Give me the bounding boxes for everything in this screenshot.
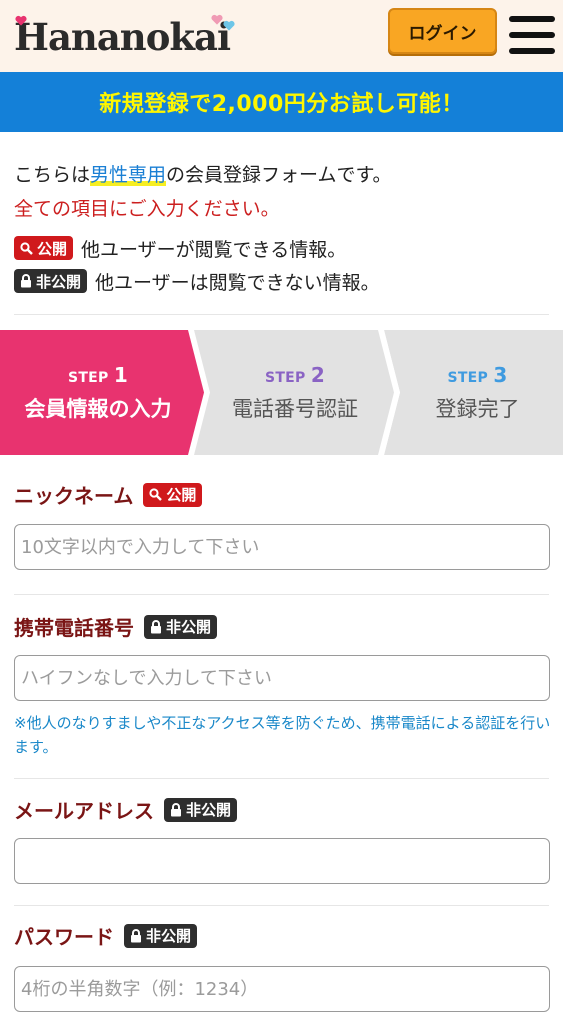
password-label-row: パスワード 非公開 (14, 921, 205, 950)
phone-label: 携帯電話番号 (14, 616, 134, 640)
step-2-label: STEP 2 (264, 362, 326, 387)
public-badge: 公開 (14, 236, 74, 260)
logo[interactable]: Hananokai (14, 12, 235, 62)
search-icon (20, 241, 33, 255)
intro-suffix: の会員登録フォームです。 (166, 164, 392, 186)
heart-icon (223, 20, 235, 31)
step-1-label: STEP 1 (67, 362, 129, 387)
logo-text: Hananokai (14, 15, 231, 59)
heart-icon (211, 14, 223, 25)
header: Hananokai ログイン (0, 0, 563, 72)
private-badge: 非公開 (14, 269, 88, 293)
public-badge-label: 公開 (166, 486, 197, 504)
private-legend: 非公開 他ユーザーは閲覧できない情報。 (14, 267, 549, 295)
phone-label-row: 携帯電話番号 非公開 (14, 612, 225, 641)
login-button[interactable]: ログイン (388, 8, 497, 54)
email-input[interactable] (14, 838, 550, 884)
password-input[interactable] (14, 966, 550, 1012)
divider (14, 594, 549, 595)
phone-auth-note: ※他人のなりすましや不正なアクセス等を防ぐため、携帯電話による認証を行います。 (14, 714, 551, 756)
heart-icon (15, 15, 27, 26)
step-progress: STEP 1 会員情報の入力 STEP 2 電話番号認証 STEP 3 登録完了 (0, 330, 563, 455)
step-3-label: STEP 3 (447, 362, 508, 387)
hamburger-menu-icon[interactable] (507, 14, 557, 58)
nickname-label: ニックネーム (14, 484, 134, 508)
divider (14, 905, 549, 906)
public-desc: 他ユーザーが閲覧できる情報。 (81, 238, 347, 261)
step-1-name: 会員情報の入力 (24, 396, 172, 421)
email-label: メールアドレス (14, 799, 154, 823)
lock-icon (171, 802, 181, 816)
banner-text: 新規登録で2,000円分お試し可能！ (99, 92, 464, 117)
private-badge-label: 非公開 (186, 801, 232, 819)
public-badge-label: 公開 (37, 239, 68, 258)
step-2: STEP 2 電話番号認証 (200, 330, 390, 455)
nickname-label-row: ニックネーム 公開 (14, 480, 210, 509)
lock-icon (21, 274, 31, 288)
password-label: パスワード (14, 925, 114, 949)
lock-icon (151, 619, 161, 633)
male-only-highlight: 男性専用 (90, 164, 167, 186)
divider (14, 778, 549, 779)
trial-banner: 新規登録で2,000円分お試し可能！ (0, 72, 563, 132)
lock-icon (131, 928, 141, 942)
private-badge: 非公開 (124, 923, 198, 948)
step-3: STEP 3 登録完了 (392, 330, 563, 455)
divider (14, 314, 549, 315)
step-2-name: 電話番号認証 (232, 396, 358, 421)
private-badge-label: 非公開 (146, 927, 192, 945)
private-badge-label: 非公開 (166, 618, 212, 636)
intro-line: こちらは男性専用の会員登録フォームです。 (14, 160, 549, 190)
step-3-name: 登録完了 (435, 396, 520, 421)
required-notice: 全ての項目にご入力ください。 (14, 198, 280, 220)
private-badge: 非公開 (164, 797, 238, 822)
step-1: STEP 1 会員情報の入力 (0, 330, 196, 455)
private-badge-label: 非公開 (36, 272, 82, 291)
nickname-input[interactable] (14, 524, 550, 570)
public-badge: 公開 (143, 482, 203, 507)
search-icon (149, 488, 163, 501)
public-legend: 公開 他ユーザーが閲覧できる情報。 (14, 234, 549, 262)
intro-prefix: こちらは (14, 164, 91, 186)
intro-section: こちらは男性専用の会員登録フォームです。 全ての項目にご入力ください。 公開 他… (14, 160, 549, 295)
private-badge: 非公開 (144, 614, 218, 639)
phone-input[interactable] (14, 655, 550, 701)
private-desc: 他ユーザーは閲覧できない情報。 (95, 271, 380, 294)
email-label-row: メールアドレス 非公開 (14, 795, 245, 824)
